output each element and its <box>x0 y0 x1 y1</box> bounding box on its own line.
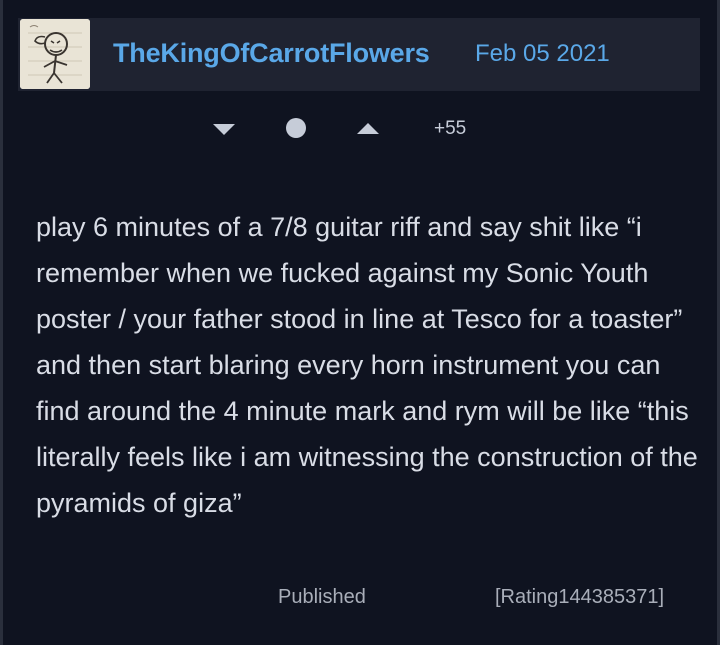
vote-score: +55 <box>434 118 467 139</box>
review-date: Feb 05 2021 <box>475 40 610 67</box>
upvote-icon[interactable] <box>357 122 379 136</box>
rating-reference: [Rating144385371] <box>495 586 665 608</box>
username-link[interactable]: TheKingOfCarrotFlowers <box>113 38 430 69</box>
downvote-icon[interactable] <box>213 122 235 136</box>
sketch-avatar-icon <box>20 19 90 89</box>
frame-edge-left <box>0 0 3 645</box>
neutral-vote-icon[interactable] <box>286 118 306 138</box>
status-label: Published <box>278 586 366 608</box>
avatar[interactable] <box>20 19 90 89</box>
review-body: play 6 minutes of a 7/8 guitar riff and … <box>36 212 698 518</box>
